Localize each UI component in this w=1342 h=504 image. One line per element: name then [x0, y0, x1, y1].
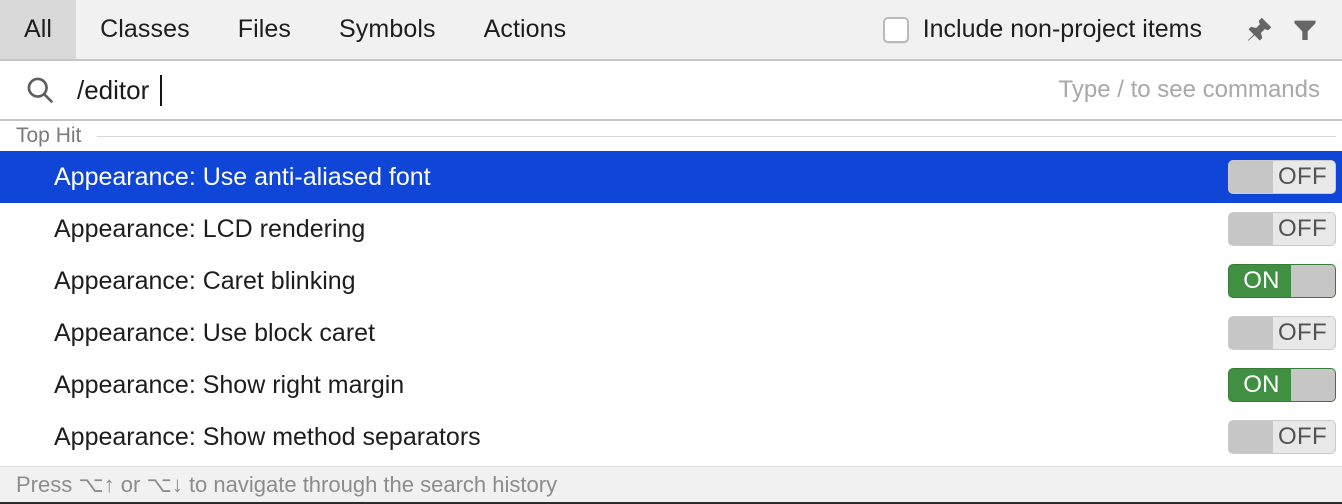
- tab-classes[interactable]: Classes: [76, 0, 214, 59]
- result-row-caret-blinking[interactable]: Appearance: Caret blinking ON: [0, 255, 1342, 307]
- group-header-label: Top Hit: [16, 124, 82, 147]
- toggle-state-label: OFF: [1278, 423, 1327, 450]
- status-bar-hint: Press ⌥↑ or ⌥↓ to navigate through the s…: [16, 471, 558, 497]
- include-non-project-items-checkbox[interactable]: [882, 16, 909, 43]
- result-row-show-method-separators[interactable]: Appearance: Show method separators OFF: [0, 411, 1342, 463]
- result-toggle[interactable]: OFF: [1228, 212, 1336, 246]
- toggle-knob: [1291, 369, 1335, 401]
- toggle-knob: [1291, 265, 1335, 297]
- result-toggle[interactable]: OFF: [1228, 316, 1336, 350]
- search-everywhere-dialog: All Classes Files Symbols Actions Includ…: [0, 0, 1342, 504]
- result-row-show-right-margin[interactable]: Appearance: Show right margin ON: [0, 359, 1342, 411]
- tab-symbols-label: Symbols: [339, 15, 436, 43]
- pin-icon: [1247, 17, 1272, 41]
- tab-bar-right-controls: Include non-project items: [882, 0, 1342, 59]
- tab-bar: All Classes Files Symbols Actions Includ…: [0, 0, 1342, 61]
- result-label: Appearance: Show method separators: [54, 422, 481, 451]
- filter-button[interactable]: [1282, 7, 1328, 53]
- toggle-state-label: OFF: [1278, 215, 1327, 242]
- toggle-state-label: ON: [1243, 371, 1280, 398]
- search-row[interactable]: /editor Type / to see commands: [0, 61, 1342, 121]
- status-bar: Press ⌥↑ or ⌥↓ to navigate through the s…: [0, 466, 1342, 502]
- toggle-state-label: OFF: [1278, 319, 1327, 346]
- pin-button[interactable]: [1236, 7, 1282, 53]
- search-icon: [27, 77, 53, 103]
- toggle-state-label: OFF: [1278, 163, 1327, 190]
- toggle-state-label: ON: [1243, 267, 1280, 294]
- toggle-knob: [1229, 421, 1273, 453]
- result-label: Appearance: Caret blinking: [54, 266, 356, 295]
- toggle-knob: [1229, 213, 1273, 245]
- result-row-use-block-caret[interactable]: Appearance: Use block caret OFF: [0, 307, 1342, 359]
- result-label: Appearance: Use block caret: [54, 318, 376, 347]
- result-toggle[interactable]: OFF: [1228, 160, 1336, 194]
- search-input-value: /editor: [77, 74, 157, 105]
- result-label: Appearance: Use anti-aliased font: [54, 162, 431, 191]
- filter-funnel-icon: [1294, 20, 1316, 40]
- tab-all-label: All: [24, 15, 53, 43]
- tab-classes-label: Classes: [100, 15, 190, 43]
- tab-all[interactable]: All: [0, 0, 77, 59]
- search-input[interactable]: /editor: [77, 74, 1043, 106]
- tab-files[interactable]: Files: [214, 0, 315, 59]
- results-list: Appearance: Use anti-aliased font OFF Ap…: [0, 151, 1342, 466]
- include-non-project-items-label: Include non-project items: [922, 15, 1202, 43]
- tab-actions-label: Actions: [483, 15, 567, 43]
- tab-symbols[interactable]: Symbols: [315, 0, 460, 59]
- toggle-knob: [1229, 161, 1273, 193]
- tab-actions[interactable]: Actions: [460, 0, 591, 59]
- group-header-divider: [97, 135, 1336, 137]
- tab-files-label: Files: [237, 15, 292, 43]
- result-row-lcd-rendering[interactable]: Appearance: LCD rendering OFF: [0, 203, 1342, 255]
- result-toggle[interactable]: ON: [1228, 368, 1336, 402]
- tab-list: All Classes Files Symbols Actions: [0, 0, 590, 59]
- include-non-project-items-control[interactable]: Include non-project items: [882, 15, 1202, 44]
- result-toggle[interactable]: ON: [1228, 264, 1336, 298]
- text-caret: [159, 74, 162, 106]
- search-commands-hint: Type / to see commands: [1058, 76, 1320, 103]
- search-icon-wrap: [20, 74, 60, 106]
- result-label: Appearance: LCD rendering: [54, 214, 366, 243]
- result-row-use-anti-aliased-font[interactable]: Appearance: Use anti-aliased font OFF: [0, 151, 1342, 203]
- toggle-knob: [1229, 317, 1273, 349]
- result-toggle[interactable]: OFF: [1228, 420, 1336, 454]
- result-label: Appearance: Show right margin: [54, 370, 405, 399]
- group-header-top-hit: Top Hit: [0, 121, 1342, 151]
